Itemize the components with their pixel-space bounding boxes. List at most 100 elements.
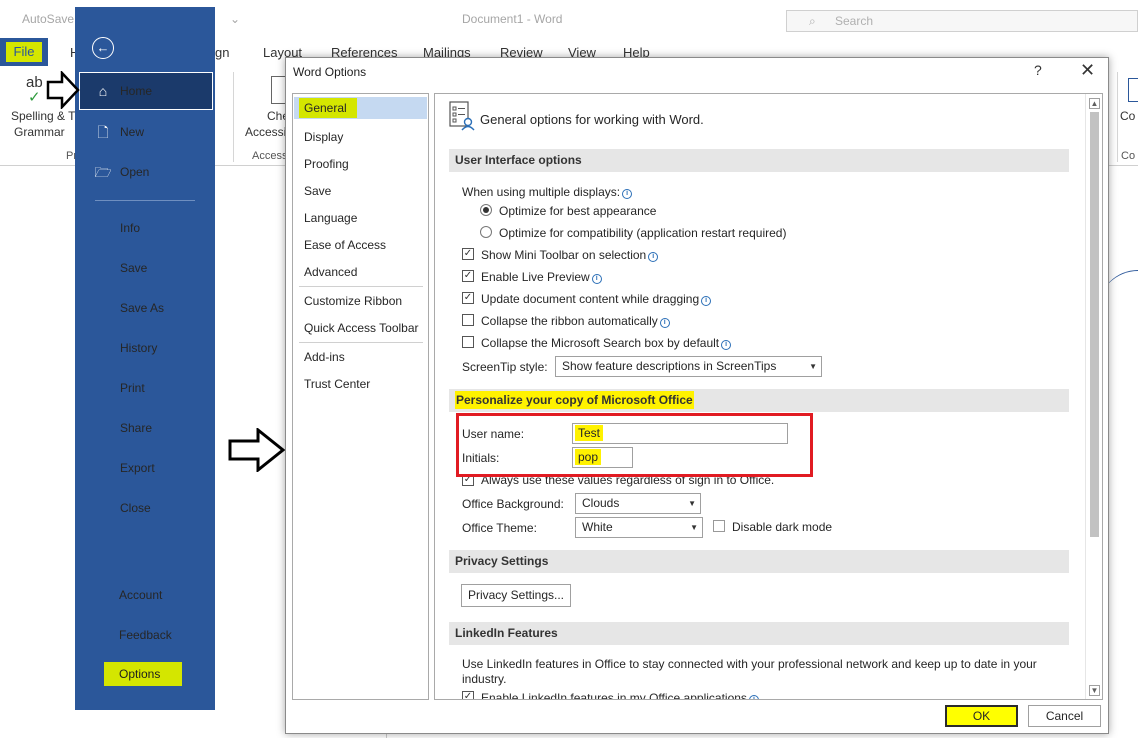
backstage-item-label: Print [120,381,145,395]
backstage-item-close[interactable]: Close [75,490,215,526]
spelling-grammar-label-line1[interactable]: Spelling & T [11,109,75,123]
office-background-label: Office Background: [462,497,564,511]
scrollbar-thumb[interactable] [1090,112,1099,537]
office-theme-dropdown[interactable]: White ▼ [575,517,703,538]
nav-item-trust-center[interactable]: Trust Center [304,377,370,391]
backstage-item-label: Save As [120,301,165,315]
backstage-item-save[interactable]: Save [75,250,215,286]
nav-item-ease-of-access[interactable]: Ease of Access [304,238,386,252]
check-accessibility-line2[interactable]: Accessi [245,125,286,139]
multiple-displays-label: When using multiple displays: i [462,185,633,199]
radio-compatibility[interactable] [480,226,492,238]
backstage-item-feedback[interactable]: Feedback [75,617,215,653]
chevron-down-icon: ▼ [809,362,817,371]
checkbox-text: Collapse the ribbon automatically [481,314,658,328]
section-heading-ui-options: User Interface options [449,149,1069,172]
backstage-item-share[interactable]: Share [75,410,215,446]
backstage-item-save-as[interactable]: Save As [75,290,215,326]
info-icon: i [659,318,670,328]
search-icon: ⌕ [809,14,816,28]
nav-separator [299,286,423,287]
backstage-item-export[interactable]: Export [75,450,215,486]
nav-item-general[interactable]: General [294,97,427,119]
ribbon-tab-file-label: File [6,42,42,62]
checkbox-live-preview[interactable]: ✓ [462,270,474,282]
backstage-item-open[interactable]: 🗁 Open [75,154,215,190]
nav-item-display[interactable]: Display [304,130,343,144]
ribbon-separator-right [1117,72,1118,162]
nav-item-add-ins[interactable]: Add-ins [304,350,345,364]
nav-item-customize-ribbon[interactable]: Customize Ribbon [304,294,402,308]
pointer-arrow-icon [46,71,80,109]
checkbox-collapse-search-label: Collapse the Microsoft Search box by def… [481,336,732,350]
backstage-item-info[interactable]: Info [75,210,215,246]
document-title: Document1 - Word [462,12,563,26]
scroll-down-icon[interactable]: ▼ [1089,685,1100,696]
backstage-item-print[interactable]: Print [75,370,215,406]
ribbon-tab-file[interactable]: File [0,38,48,66]
scroll-up-icon[interactable]: ▲ [1089,98,1100,109]
new-document-icon: 🗋 [97,124,109,140]
autosave-label: AutoSave [22,12,75,26]
screentip-style-dropdown[interactable]: Show feature descriptions in ScreenTips … [555,356,822,377]
checkbox-enable-linkedin-label: Enable LinkedIn features in my Office ap… [481,691,759,700]
checkbox-text: Show Mini Toolbar on selection [481,248,647,262]
comments-label[interactable]: Co [1120,109,1135,123]
radio-best-appearance[interactable] [480,204,492,216]
backstage-item-options[interactable]: Options [75,659,215,695]
back-arrow-icon[interactable]: ← [92,37,114,59]
linkedin-description-line2: industry. [462,672,507,686]
spelling-icon[interactable]: ab ✓ [26,74,43,106]
options-nav: General Display Proofing Save Language E… [292,93,429,700]
disable-dark-mode-label: Disable dark mode [732,520,833,534]
checkbox-collapse-search[interactable] [462,336,474,348]
ok-button[interactable]: OK [945,705,1018,727]
pointer-arrow-icon [228,428,286,472]
search-box[interactable]: ⌕ Search [786,10,1138,32]
cancel-button[interactable]: Cancel [1028,705,1101,727]
checkbox-live-preview-label: Enable Live Preview i [481,270,602,284]
backstage-divider [95,200,195,201]
backstage-item-label: Feedback [119,628,172,642]
office-background-dropdown[interactable]: Clouds ▼ [575,493,701,514]
checkbox-text: Update document content while dragging [481,292,700,306]
checkbox-update-dragging[interactable]: ✓ [462,292,474,304]
backstage-item-new[interactable]: 🗋 New [75,114,215,150]
checkbox-collapse-ribbon[interactable] [462,314,474,326]
nav-item-advanced[interactable]: Advanced [304,265,357,279]
checkbox-enable-linkedin[interactable]: ✓ [462,691,474,699]
privacy-settings-button[interactable]: Privacy Settings... [461,584,571,607]
close-icon[interactable]: ✕ [1080,60,1095,81]
backstage-item-label: Close [120,501,151,515]
backstage-item-label: Options [119,667,161,681]
checkbox-mini-toolbar[interactable]: ✓ [462,248,474,260]
checkbox-mini-toolbar-label: Show Mini Toolbar on selection i [481,248,659,262]
linkedin-description-line1: Use LinkedIn features in Office to stay … [462,657,1037,671]
backstage-item-label: Home [120,84,153,98]
nav-item-proofing[interactable]: Proofing [304,157,349,171]
checkbox-text: Enable LinkedIn features in my Office ap… [481,691,747,700]
nav-item-quick-access-toolbar[interactable]: Quick Access Toolbar [304,321,419,335]
checkbox-text: Collapse the Microsoft Search box by def… [481,336,720,350]
vertical-scrollbar[interactable]: ▲ ▼ [1085,94,1102,699]
checkbox-disable-dark-mode[interactable] [713,520,725,532]
backstage-item-label: Export [120,461,155,475]
annotation-red-box [456,413,813,477]
search-placeholder: Search [835,14,874,28]
general-options-icon [449,101,475,131]
nav-item-save[interactable]: Save [304,184,331,198]
backstage-item-label: History [120,341,158,355]
general-header-text: General options for working with Word. [480,112,704,127]
spelling-grammar-label-line2[interactable]: Grammar [14,125,65,139]
ribbon-tab-design[interactable]: gn [215,45,229,60]
info-icon: i [622,189,633,199]
dropdown-value: Clouds [582,496,620,510]
backstage-item-label: Open [120,165,150,179]
comments-icon[interactable] [1128,78,1138,102]
section-heading-personalize: Personalize your copy of Microsoft Offic… [449,389,1069,412]
info-icon: i [591,274,602,284]
help-button[interactable]: ? [1034,62,1042,78]
nav-item-language[interactable]: Language [304,211,357,225]
backstage-item-account[interactable]: Account [75,577,215,613]
backstage-item-home[interactable]: ⌂ Home [79,72,213,110]
